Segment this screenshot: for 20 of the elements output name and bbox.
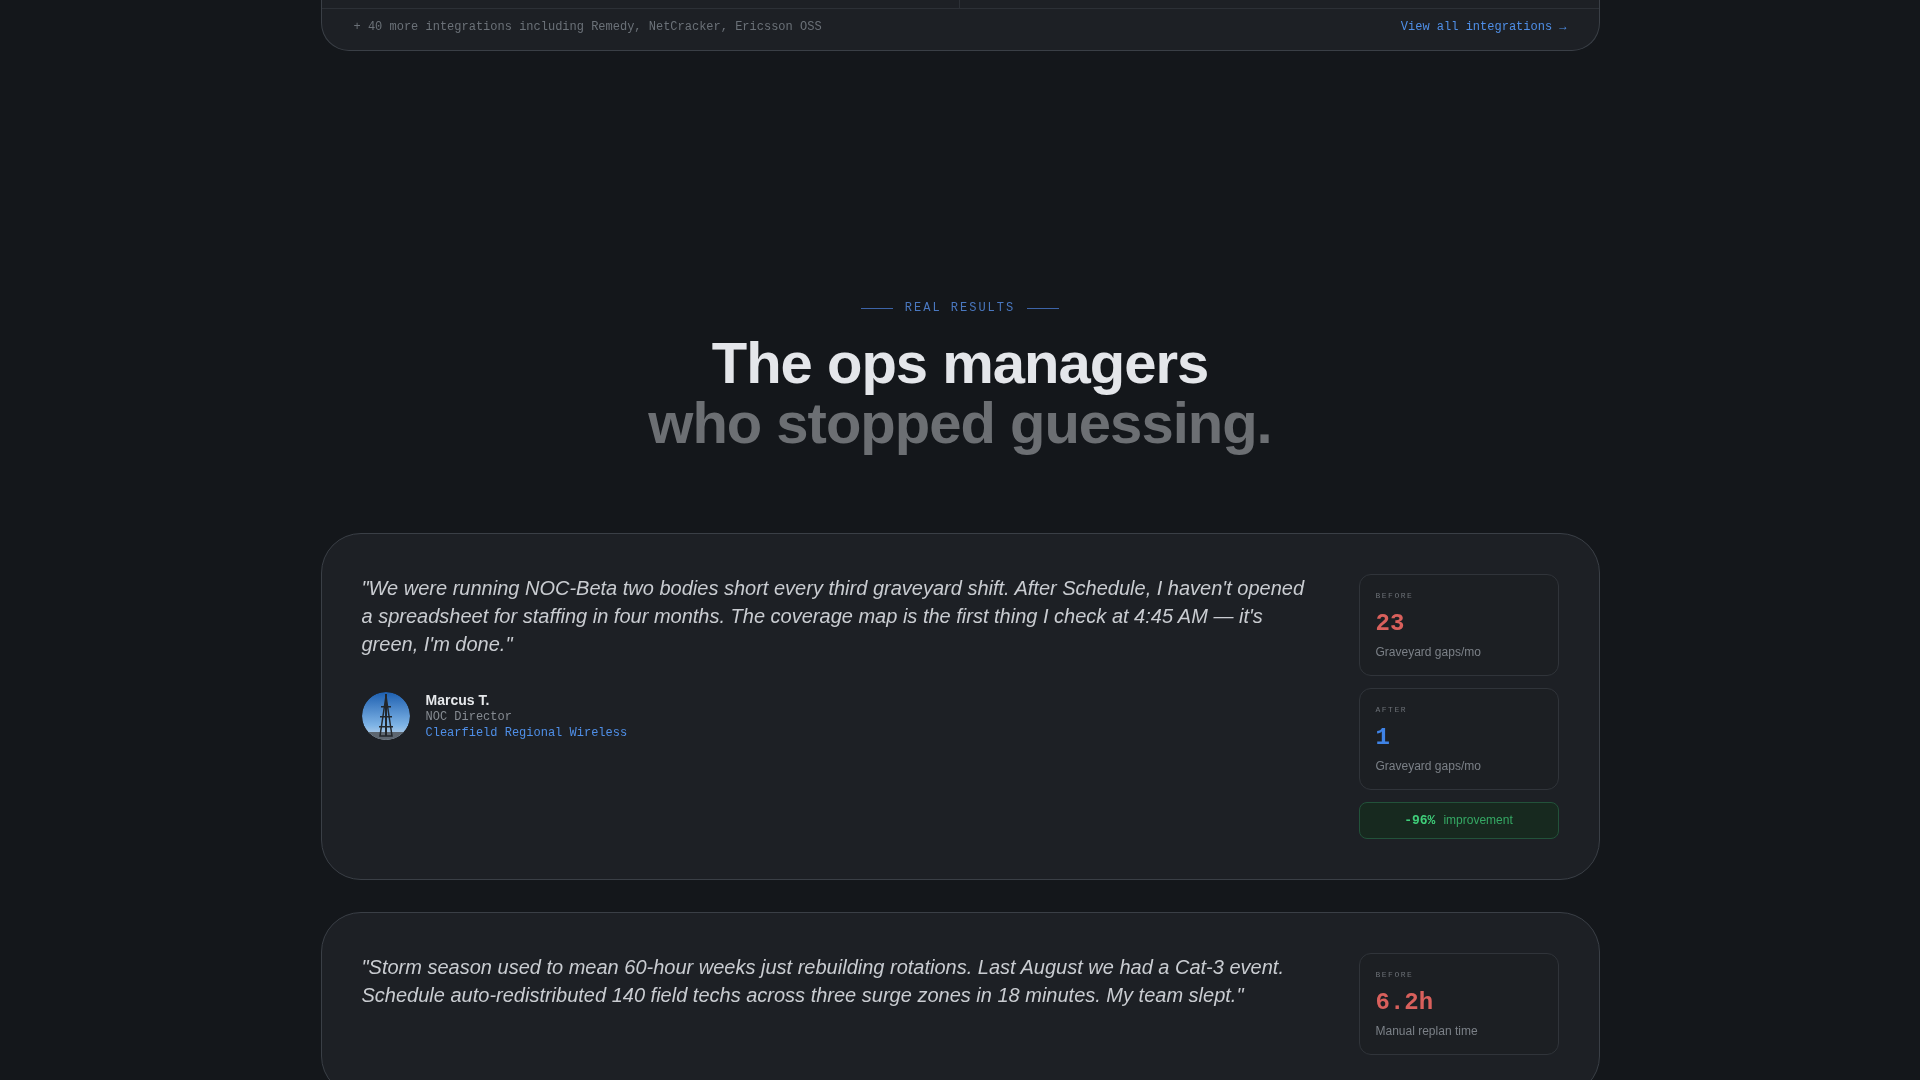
stat-label: BEFORE [1375, 591, 1414, 600]
author-role: NOC Director [425, 710, 513, 724]
stat-value: 1 [1375, 724, 1390, 751]
improvement-value: -96% [1404, 813, 1436, 828]
testimonial-quote: "We were running NOC-Beta two bodies short every third graveyard shift. After Schedule, I haven't opened a spreadsheet for staffing in four months. The coverage map is the first thing I check at 4:45 AM — it's green, I'm done." [361, 576, 1306, 657]
stat-value: 6.2h [1375, 989, 1434, 1016]
company-link[interactable]: Clearfield Regional Wireless [425, 726, 628, 740]
section-title: The ops managers [710, 333, 1210, 393]
section-eyebrow: REAL RESULTS [904, 301, 1016, 315]
stat-caption: Graveyard gaps/mo [1375, 645, 1481, 659]
stat-label: BEFORE [1375, 970, 1414, 979]
stat-caption: Manual replan time [1375, 1024, 1478, 1038]
testimonial-quote: "Storm season used to mean 60-hour weeks just rebuilding rotations. Last August we had a Cat-3 event. Schedule auto-redistributed 140 field techs across three surge zones in 18 minutes. My team slept." [361, 955, 1285, 1008]
stat-label: AFTER [1375, 705, 1407, 714]
improvement-label: improvement [1443, 813, 1513, 827]
integrations-note: + 40 more integrations including Remedy, NetCracker, Ericsson OSS [353, 20, 822, 34]
view-all-link[interactable]: View all integrations → [1400, 20, 1567, 34]
stat-caption: Graveyard gaps/mo [1375, 759, 1481, 773]
author-name: Marcus T. [425, 692, 491, 708]
stat-value: 23 [1375, 610, 1405, 637]
